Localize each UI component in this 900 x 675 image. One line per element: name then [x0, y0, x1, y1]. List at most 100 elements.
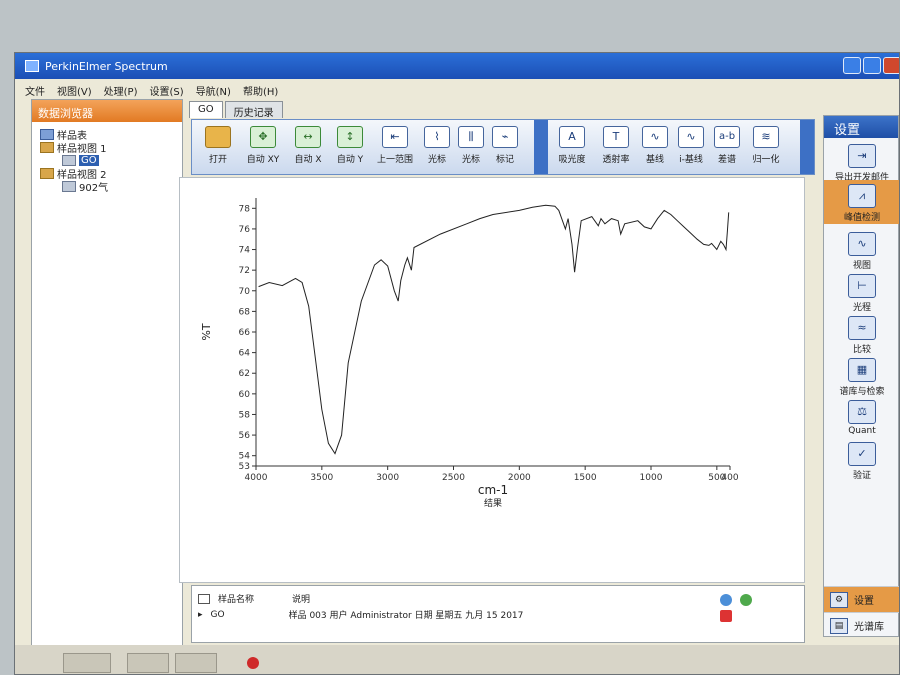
cursor-button-1[interactable]: ⌇ 光标 — [422, 126, 452, 165]
verify-button[interactable]: ✓ 验证 — [824, 442, 899, 481]
spectrum-plot[interactable]: 53 54 56 58 60 62 64 66 68 70 72 74 76 78 4000 3500 3000… — [179, 177, 805, 583]
close-button[interactable] — [883, 57, 899, 74]
menu-file[interactable]: 文件 — [25, 83, 45, 98]
app-icon — [25, 60, 39, 72]
compare-button[interactable]: ≈ 比较 — [824, 316, 899, 355]
x-tick-label: 400 — [721, 473, 738, 483]
absorbance-icon: A — [559, 126, 585, 148]
baseline-button[interactable]: ∿ 基线 — [640, 126, 670, 165]
grid-icon — [198, 593, 210, 604]
auto-x-icon: ↔ — [295, 126, 321, 148]
setup-nav-button[interactable]: ⚙ 设置 — [824, 586, 899, 612]
y-tick-label: 58 — [239, 410, 251, 420]
auto-y-button[interactable]: ↕ 自动 Y — [330, 126, 370, 165]
tree-item-sample-view-2[interactable]: 样品视图 2 — [40, 167, 182, 181]
row-arrow-icon: ▸ — [198, 609, 203, 620]
taskbar-app-1[interactable] — [127, 653, 169, 673]
y-tick-label: 60 — [239, 390, 251, 400]
delete-icon[interactable] — [720, 610, 732, 622]
setup-icon: ⚙ — [830, 591, 848, 608]
globe-icon[interactable] — [720, 594, 732, 606]
folder-icon — [40, 168, 54, 179]
quant-button[interactable]: ⚖ Quant — [824, 400, 899, 436]
data-explorer: 数据浏览器 样品表 样品视图 1 GO 样品视图 2 902气 — [31, 99, 183, 669]
x-tick-label: 1500 — [574, 473, 597, 483]
folder-open-icon — [205, 126, 231, 148]
menu-bar: 文件 视图(V) 处理(P) 设置(S) 导航(N) 帮助(H) — [15, 79, 899, 98]
toolbar-end — [800, 120, 814, 174]
toolbar-separator — [534, 120, 548, 174]
application-window: PerkinElmer Spectrum 文件 视图(V) 处理(P) 设置(S… — [14, 52, 900, 675]
open-button[interactable]: 打开 — [200, 126, 236, 165]
i-baseline-button[interactable]: ∿ i-基线 — [674, 126, 708, 165]
normalize-icon: ≋ — [753, 126, 779, 148]
data-explorer-title: 数据浏览器 — [32, 100, 182, 122]
y-tick-label: 64 — [239, 349, 251, 359]
setup-panel-title: 设置 — [824, 116, 898, 138]
auto-xy-icon: ✥ — [250, 126, 276, 148]
row-description: 样品 003 用户 Administrator 日期 星期五 九月 15 201… — [288, 611, 524, 621]
transmittance-button[interactable]: T 透射率 — [598, 126, 634, 165]
spectrum-icon — [62, 181, 76, 192]
difference-button[interactable]: a-b 差谱 — [712, 126, 742, 165]
peak-icon: ⩘ — [848, 184, 876, 208]
x-tick-label: 1000 — [640, 473, 663, 483]
sample-table-icon — [40, 129, 54, 140]
spectrum-library-nav-button[interactable]: ▤ 光谱库 — [824, 612, 899, 638]
transmittance-icon: T — [603, 126, 629, 148]
toolbar: 打开 ✥ 自动 XY ↔ 自动 X ↕ 自动 Y ⇤ 上一范围 ⌇ 光标 ⫼ 光… — [191, 119, 815, 175]
menu-view[interactable]: 视图(V) — [57, 83, 92, 98]
x-tick-label: 3000 — [376, 473, 399, 483]
ok-icon[interactable] — [740, 594, 752, 606]
y-tick-label: 76 — [239, 225, 251, 235]
y-tick-label: 74 — [239, 246, 251, 256]
tree-item-sample-view-1[interactable]: 样品视图 1 — [40, 141, 182, 155]
col-description: 说明 — [292, 595, 311, 605]
y-tick-label: 68 — [239, 307, 251, 317]
tab-go[interactable]: GO — [189, 101, 223, 118]
auto-y-icon: ↕ — [337, 126, 363, 148]
menu-help[interactable]: 帮助(H) — [243, 83, 278, 98]
baseline-icon: ∿ — [642, 126, 668, 148]
export-icon: ⇥ — [848, 144, 876, 168]
y-tick-label: 54 — [239, 452, 251, 462]
menu-navigate[interactable]: 导航(N) — [196, 83, 231, 98]
cursor-button-2[interactable]: ⫼ 光标 — [456, 126, 486, 165]
taskbar — [15, 645, 899, 674]
results-row[interactable]: ▸ GO 样品 003 用户 Administrator 日期 星期五 九月 1… — [198, 608, 524, 622]
previous-range-button[interactable]: ⇤ 上一范围 — [372, 126, 418, 165]
y-tick-label: 72 — [239, 266, 250, 276]
maximize-button[interactable] — [863, 57, 881, 74]
difference-icon: a-b — [714, 126, 740, 148]
peak-detect-button[interactable]: ⩘ 峰值检测 — [824, 180, 899, 224]
cursor-icon: ⌇ — [424, 126, 450, 148]
start-button[interactable] — [63, 653, 111, 673]
mark-button[interactable]: ⌁ 标记 — [490, 126, 520, 165]
library-icon: ▦ — [848, 358, 876, 382]
auto-xy-button[interactable]: ✥ 自动 XY — [240, 126, 286, 165]
y-tick-label: 62 — [239, 369, 250, 379]
tab-history[interactable]: 历史记录 — [224, 101, 283, 119]
view-button[interactable]: ∿ 视图 — [824, 232, 899, 271]
menu-setup[interactable]: 设置(S) — [150, 83, 184, 98]
y-tick-label: 78 — [239, 204, 251, 214]
mark-icon: ⌁ — [492, 126, 518, 148]
auto-x-button[interactable]: ↔ 自动 X — [288, 126, 328, 165]
library-search-button[interactable]: ▦ 谱库与检索 — [824, 358, 899, 397]
normalize-button[interactable]: ≋ 归一化 — [746, 126, 786, 165]
row-sample-name: GO — [210, 609, 225, 620]
x-tick-label: 4000 — [245, 473, 268, 483]
path-length-button[interactable]: ⊢ 光程 — [824, 274, 899, 313]
menu-process[interactable]: 处理(P) — [104, 83, 138, 98]
library-stack-icon: ▤ — [830, 617, 848, 634]
minimize-button[interactable] — [843, 57, 861, 74]
tree-item-902[interactable]: 902气 — [40, 180, 182, 194]
x-tick-label: 2000 — [508, 473, 531, 483]
export-button[interactable]: ⇥ 导出开发邮件 — [824, 144, 899, 183]
previous-range-icon: ⇤ — [382, 126, 408, 148]
y-tick-label: 66 — [239, 328, 251, 338]
absorbance-button[interactable]: A 吸光度 — [554, 126, 590, 165]
taskbar-app-2[interactable] — [175, 653, 217, 673]
col-sample-name: 样品名称 — [218, 595, 255, 605]
x-tick-label: 2500 — [442, 473, 465, 483]
